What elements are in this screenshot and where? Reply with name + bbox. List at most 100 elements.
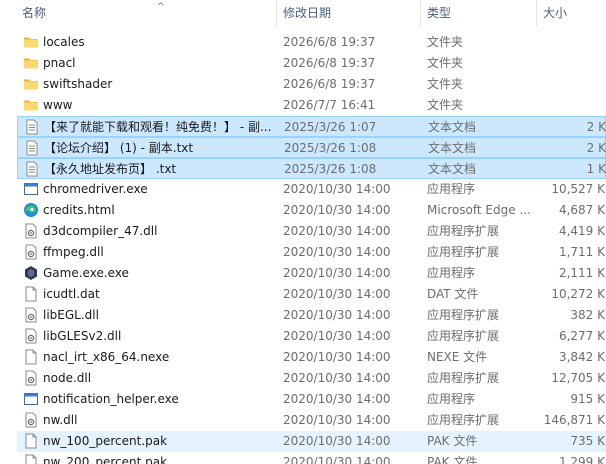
- file-name: icudtl.dat: [43, 287, 100, 301]
- file-modified-date: 2025/3/26 1:08: [284, 141, 377, 155]
- folder-icon: [23, 55, 39, 71]
- folder-icon: [23, 76, 39, 92]
- file-type: PAK 文件: [427, 434, 478, 448]
- game-exe-icon: [23, 265, 39, 281]
- column-divider[interactable]: [420, 0, 421, 26]
- file-row[interactable]: nw.dll 2020/10/30 14:00 应用程序扩展 146,871 K: [17, 410, 606, 431]
- file-row[interactable]: libEGL.dll 2020/10/30 14:00 应用程序扩展 382 K: [17, 305, 606, 326]
- blank-file-icon: [23, 433, 39, 449]
- file-row[interactable]: d3dcompiler_47.dll 2020/10/30 14:00 应用程序扩展…: [17, 221, 606, 242]
- file-explorer-details-view: 名称 ^ 修改日期 类型 大小 locales 2026/6/8 19:37 文件夹…: [0, 0, 606, 464]
- column-header-size[interactable]: 大小: [538, 0, 606, 26]
- file-size: 146,871 K: [543, 413, 605, 427]
- column-header-date[interactable]: 修改日期: [278, 0, 418, 26]
- file-size: 10,272 K: [551, 287, 605, 301]
- file-row[interactable]: icudtl.dat 2020/10/30 14:00 DAT 文件 10,272 K: [17, 284, 606, 305]
- column-divider[interactable]: [536, 0, 537, 26]
- blank-file-icon: [23, 349, 39, 365]
- file-size: 735 K: [570, 434, 605, 448]
- file-name: nw.dll: [43, 413, 78, 427]
- file-name: locales: [43, 35, 85, 49]
- dll-icon: [23, 328, 39, 344]
- file-size: 1,299 K: [558, 455, 605, 464]
- file-type: Microsoft Edge ...: [427, 203, 531, 217]
- file-type: 应用程序扩展: [427, 245, 500, 259]
- dll-icon: [23, 370, 39, 386]
- file-row[interactable]: Game.exe.exe 2020/10/30 14:00 应用程序 2,111 K: [17, 263, 606, 284]
- file-type: 应用程序: [427, 266, 476, 280]
- dll-icon: [23, 223, 39, 239]
- column-divider[interactable]: [276, 0, 277, 26]
- file-name: Game.exe.exe: [43, 266, 129, 280]
- file-type: NEXE 文件: [427, 350, 488, 364]
- file-modified-date: 2020/10/30 14:00: [283, 224, 391, 238]
- file-name: credits.html: [43, 203, 115, 217]
- file-name: pnacl: [43, 56, 76, 70]
- file-size: 6,277 K: [558, 329, 605, 343]
- file-row[interactable]: swiftshader 2026/6/8 19:37 文件夹: [17, 74, 606, 95]
- file-type: 应用程序扩展: [427, 308, 500, 322]
- file-modified-date: 2020/10/30 14:00: [283, 287, 391, 301]
- file-modified-date: 2025/3/26 1:08: [284, 162, 377, 176]
- file-row[interactable]: notification_helper.exe 2020/10/30 14:00 应…: [17, 389, 606, 410]
- file-row[interactable]: 【来了就能下载和观看！纯免费！】 - 副... 2025/3/26 1:07 文本文…: [17, 116, 606, 137]
- file-name: www: [43, 98, 73, 112]
- file-type: 文件夹: [427, 56, 464, 70]
- file-row[interactable]: nacl_irt_x86_64.nexe 2020/10/30 14:00 NEXE…: [17, 347, 606, 368]
- file-size: [537, 74, 605, 95]
- file-modified-date: 2020/10/30 14:00: [283, 266, 391, 280]
- column-header-bar: 名称 ^ 修改日期 类型 大小: [0, 0, 606, 26]
- file-name: ffmpeg.dll: [43, 245, 104, 259]
- file-modified-date: 2020/10/30 14:00: [283, 350, 391, 364]
- file-type: 文件夹: [427, 98, 464, 112]
- file-type: 应用程序扩展: [427, 329, 500, 343]
- file-type: PAK 文件: [427, 455, 478, 464]
- file-name: swiftshader: [43, 77, 113, 91]
- file-modified-date: 2020/10/30 14:00: [283, 308, 391, 322]
- column-header-name[interactable]: 名称 ^: [17, 0, 275, 26]
- file-size: 4,419 K: [558, 224, 605, 238]
- file-size: 10,527 K: [551, 182, 605, 196]
- file-modified-date: 2020/10/30 14:00: [283, 413, 391, 427]
- file-row[interactable]: nw_100_percent.pak 2020/10/30 14:00 PAK 文件…: [17, 431, 606, 452]
- file-type: 文件夹: [427, 35, 464, 49]
- text-file-icon: [24, 161, 40, 177]
- column-header-type-label: 类型: [427, 6, 452, 20]
- file-row[interactable]: chromedriver.exe 2020/10/30 14:00 应用程序 10,5…: [17, 179, 606, 200]
- file-type: 文本文档: [428, 162, 477, 176]
- file-type: 应用程序扩展: [427, 371, 500, 385]
- dll-icon: [23, 307, 39, 323]
- file-modified-date: 2020/10/30 14:00: [283, 434, 391, 448]
- file-size: [537, 32, 605, 53]
- file-size: 1,711 K: [558, 245, 605, 259]
- file-type: 文本文档: [428, 120, 477, 134]
- column-header-type[interactable]: 类型: [422, 0, 532, 26]
- text-file-icon: [24, 119, 40, 135]
- file-row[interactable]: pnacl 2026/6/8 19:37 文件夹: [17, 53, 606, 74]
- file-row[interactable]: nw_200_percent.pak 2020/10/30 14:00 PAK 文件…: [17, 452, 606, 464]
- file-row[interactable]: locales 2026/6/8 19:37 文件夹: [17, 32, 606, 53]
- edge-icon: [23, 202, 39, 218]
- file-modified-date: 2020/10/30 14:00: [283, 455, 391, 464]
- file-modified-date: 2020/10/30 14:00: [283, 392, 391, 406]
- file-row[interactable]: ffmpeg.dll 2020/10/30 14:00 应用程序扩展 1,711 K: [17, 242, 606, 263]
- file-modified-date: 2026/6/8 19:37: [283, 56, 376, 70]
- file-size: 2 K: [586, 120, 606, 134]
- file-row[interactable]: libGLESv2.dll 2020/10/30 14:00 应用程序扩展 6,277…: [17, 326, 606, 347]
- file-size: 2,111 K: [558, 266, 605, 280]
- file-modified-date: 2026/6/8 19:37: [283, 77, 376, 91]
- file-row[interactable]: credits.html 2020/10/30 14:00 Microsoft Ed…: [17, 200, 606, 221]
- dll-icon: [23, 244, 39, 260]
- file-row[interactable]: node.dll 2020/10/30 14:00 应用程序扩展 12,705 K: [17, 368, 606, 389]
- file-row[interactable]: 【永久地址发布页】 .txt 2025/3/26 1:08 文本文档 1 K: [17, 158, 606, 179]
- file-size: 915 K: [570, 392, 605, 406]
- file-size: 12,705 K: [551, 371, 605, 385]
- file-size: 382 K: [570, 308, 605, 322]
- file-name: 【论坛介绍】 (1) - 副本.txt: [44, 141, 194, 155]
- file-name: d3dcompiler_47.dll: [43, 224, 158, 238]
- file-type: DAT 文件: [427, 287, 479, 301]
- file-modified-date: 2020/10/30 14:00: [283, 182, 391, 196]
- file-name: nw_100_percent.pak: [43, 434, 168, 448]
- file-row[interactable]: 【论坛介绍】 (1) - 副本.txt 2025/3/26 1:08 文本文档 2 K: [17, 137, 606, 158]
- file-row[interactable]: www 2026/7/7 16:41 文件夹: [17, 95, 606, 116]
